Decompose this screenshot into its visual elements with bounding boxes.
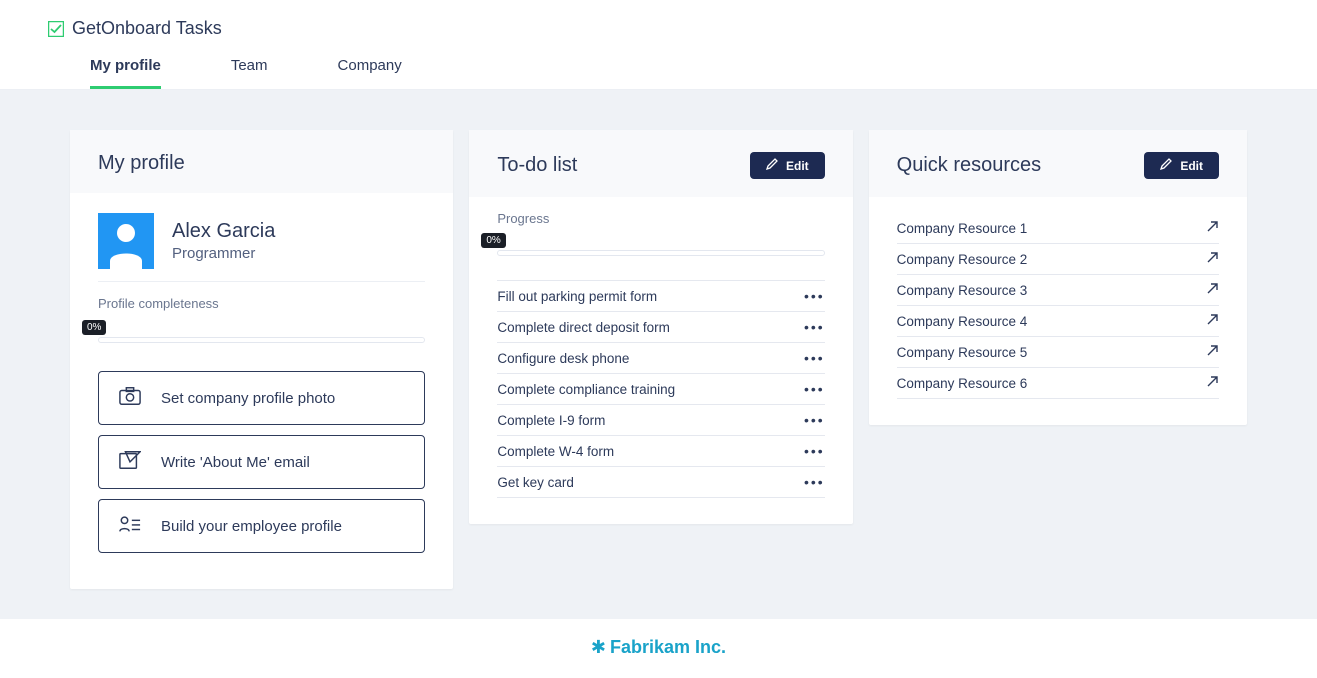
pencil-icon [1160,158,1172,173]
more-icon[interactable]: ••• [804,412,825,428]
todo-card-body: Progress 0% Fill out parking permit form… [469,197,852,524]
profile-card: My profile Alex Garcia Programmer Profil… [70,130,453,589]
resources-card-header: Quick resources Edit [869,130,1247,197]
todo-item[interactable]: Complete direct deposit form ••• [497,311,824,342]
avatar [98,213,154,269]
tab-team[interactable]: Team [231,57,268,89]
edit-label: Edit [1180,159,1203,173]
todo-progress-bar [497,250,824,256]
more-icon[interactable]: ••• [804,350,825,366]
profile-progress-badge: 0% [82,320,106,335]
footer-company: ✱Fabrikam Inc. [591,637,726,657]
profile-list-icon [119,514,141,538]
footer: ✱Fabrikam Inc. [0,619,1317,678]
profile-card-title: My profile [70,130,453,193]
action-write-about-me[interactable]: Write 'About Me' email [98,435,425,489]
resources-edit-button[interactable]: Edit [1144,152,1219,179]
resources-card: Quick resources Edit Company Resource 1 … [869,130,1247,425]
brand-text: GetOnboard Tasks [72,18,222,39]
resource-link[interactable]: Company Resource 5 [897,337,1219,368]
arrow-up-right-icon [1206,282,1219,298]
profile-progress-bar [98,337,425,343]
todo-item-label: Fill out parking permit form [497,289,657,304]
workspace: My profile Alex Garcia Programmer Profil… [0,90,1317,619]
todo-item-label: Complete I-9 form [497,413,605,428]
more-icon[interactable]: ••• [804,443,825,459]
profile-role: Programmer [172,245,275,262]
camera-icon [119,386,141,410]
profile-identity: Alex Garcia Programmer [98,207,425,282]
completeness-label: Profile completeness [98,296,425,311]
brand-logo-icon [48,21,64,37]
todo-card-title: To-do list [497,154,577,177]
resource-label: Company Resource 2 [897,252,1028,267]
todo-progress-badge: 0% [481,233,505,248]
profile-name: Alex Garcia [172,220,275,243]
asterisk-icon: ✱ [591,637,606,657]
todo-item[interactable]: Configure desk phone ••• [497,342,824,373]
resource-link[interactable]: Company Resource 6 [897,368,1219,399]
action-label: Write 'About Me' email [161,454,310,471]
profile-progress: 0% [98,317,425,343]
arrow-up-right-icon [1206,313,1219,329]
action-label: Set company profile photo [161,390,335,407]
todo-item[interactable]: Complete compliance training ••• [497,373,824,404]
edit-label: Edit [786,159,809,173]
arrow-up-right-icon [1206,375,1219,391]
more-icon[interactable]: ••• [804,319,825,335]
resource-link[interactable]: Company Resource 2 [897,244,1219,275]
footer-company-name: Fabrikam Inc. [610,637,726,657]
resource-label: Company Resource 6 [897,376,1028,391]
tab-company[interactable]: Company [338,57,402,89]
profile-card-body: Alex Garcia Programmer Profile completen… [70,193,453,589]
more-icon[interactable]: ••• [804,288,825,304]
todo-progress: 0% [497,230,824,256]
todo-card-header: To-do list Edit [469,130,852,197]
compose-icon [119,450,141,474]
resource-link[interactable]: Company Resource 3 [897,275,1219,306]
brand: GetOnboard Tasks [48,0,1317,49]
topbar: GetOnboard Tasks My profile Team Company [0,0,1317,90]
more-icon[interactable]: ••• [804,381,825,397]
resources-list: Company Resource 1 Company Resource 2 Co… [897,213,1219,399]
resource-label: Company Resource 1 [897,221,1028,236]
todo-list: Fill out parking permit form ••• Complete… [497,280,824,498]
pencil-icon [766,158,778,173]
resource-link[interactable]: Company Resource 1 [897,213,1219,244]
todo-item-label: Complete W-4 form [497,444,614,459]
todo-item[interactable]: Complete I-9 form ••• [497,404,824,435]
resources-card-title: Quick resources [897,154,1042,177]
todo-card: To-do list Edit Progress 0% Fill out par… [469,130,852,524]
arrow-up-right-icon [1206,251,1219,267]
todo-item-label: Get key card [497,475,574,490]
resources-card-body: Company Resource 1 Company Resource 2 Co… [869,197,1247,425]
resource-link[interactable]: Company Resource 4 [897,306,1219,337]
arrow-up-right-icon [1206,344,1219,360]
todo-item-label: Configure desk phone [497,351,629,366]
nav-tabs: My profile Team Company [48,49,1317,89]
todo-edit-button[interactable]: Edit [750,152,825,179]
todo-item[interactable]: Complete W-4 form ••• [497,435,824,466]
action-label: Build your employee profile [161,518,342,535]
todo-item-label: Complete direct deposit form [497,320,670,335]
arrow-up-right-icon [1206,220,1219,236]
action-build-profile[interactable]: Build your employee profile [98,499,425,553]
todo-progress-label: Progress [497,211,824,226]
todo-item[interactable]: Get key card ••• [497,466,824,498]
todo-item[interactable]: Fill out parking permit form ••• [497,280,824,311]
more-icon[interactable]: ••• [804,474,825,490]
resource-label: Company Resource 3 [897,283,1028,298]
resource-label: Company Resource 5 [897,345,1028,360]
action-set-photo[interactable]: Set company profile photo [98,371,425,425]
todo-item-label: Complete compliance training [497,382,675,397]
resource-label: Company Resource 4 [897,314,1028,329]
tab-my-profile[interactable]: My profile [90,57,161,89]
